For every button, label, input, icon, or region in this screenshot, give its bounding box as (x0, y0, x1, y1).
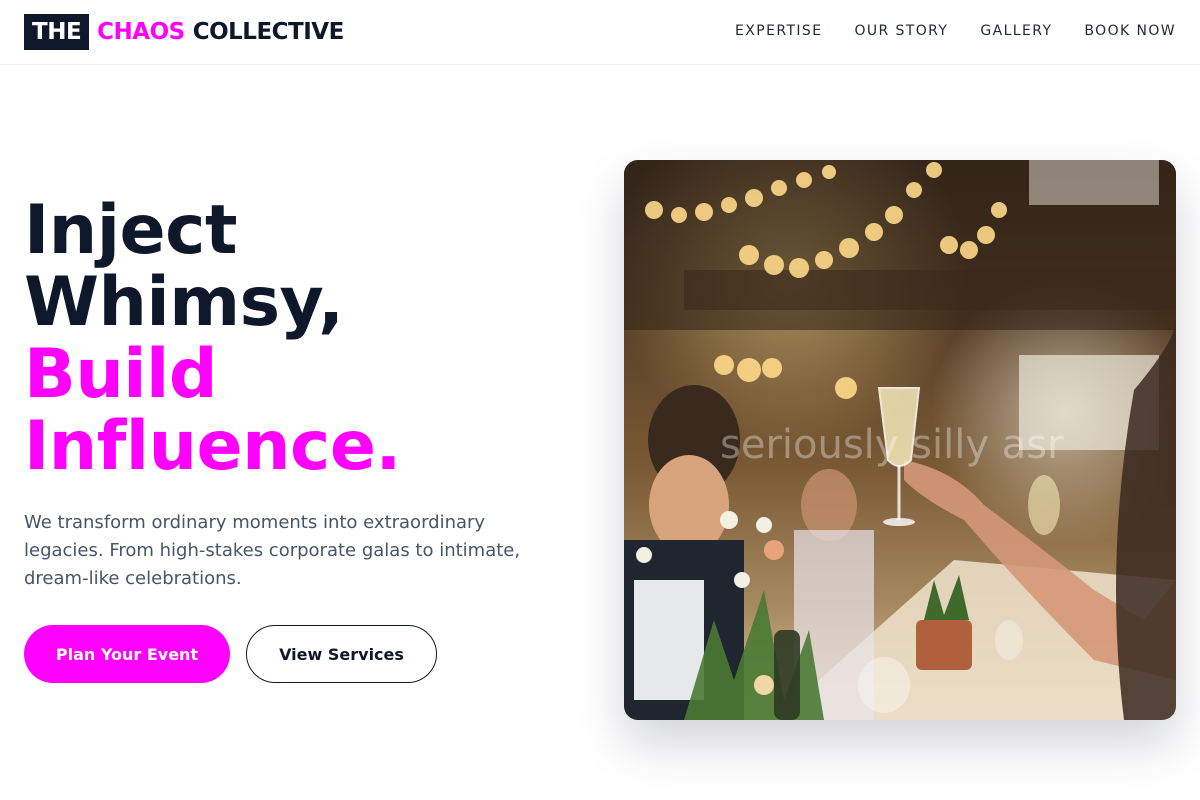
headline-line-4: Influence. (24, 407, 401, 486)
headline-line-1: Inject (24, 191, 237, 270)
site-header: THE CHAOS COLLECTIVE EXPERTISE OUR STORY… (0, 0, 1200, 65)
logo-accent-text: CHAOS (97, 19, 185, 45)
nav-link-book-now[interactable]: BOOK NOW (1084, 22, 1176, 40)
hero-description: We transform ordinary moments into extra… (24, 512, 521, 589)
view-services-button[interactable]: View Services (246, 625, 437, 683)
headline-line-3: Build (24, 335, 218, 414)
nav-link-expertise[interactable]: EXPERTISE (735, 22, 822, 40)
image-watermark: seriously silly asr (720, 422, 1064, 468)
nav-link-our-story[interactable]: OUR STORY (854, 22, 948, 40)
brand-logo[interactable]: THE CHAOS COLLECTIVE (24, 14, 344, 50)
hero-event-photo: seriously silly asr (624, 160, 1176, 720)
hero-headline: Inject Whimsy, Build Influence. (24, 195, 584, 483)
logo-rest-text: COLLECTIVE (192, 19, 345, 45)
logo-box-text: THE (24, 14, 90, 50)
headline-line-2: Whimsy, (24, 263, 344, 342)
plan-your-event-button[interactable]: Plan Your Event (24, 625, 230, 683)
main-nav: EXPERTISE OUR STORY GALLERY BOOK NOW (703, 22, 1176, 40)
nav-link-gallery[interactable]: GALLERY (980, 22, 1052, 40)
